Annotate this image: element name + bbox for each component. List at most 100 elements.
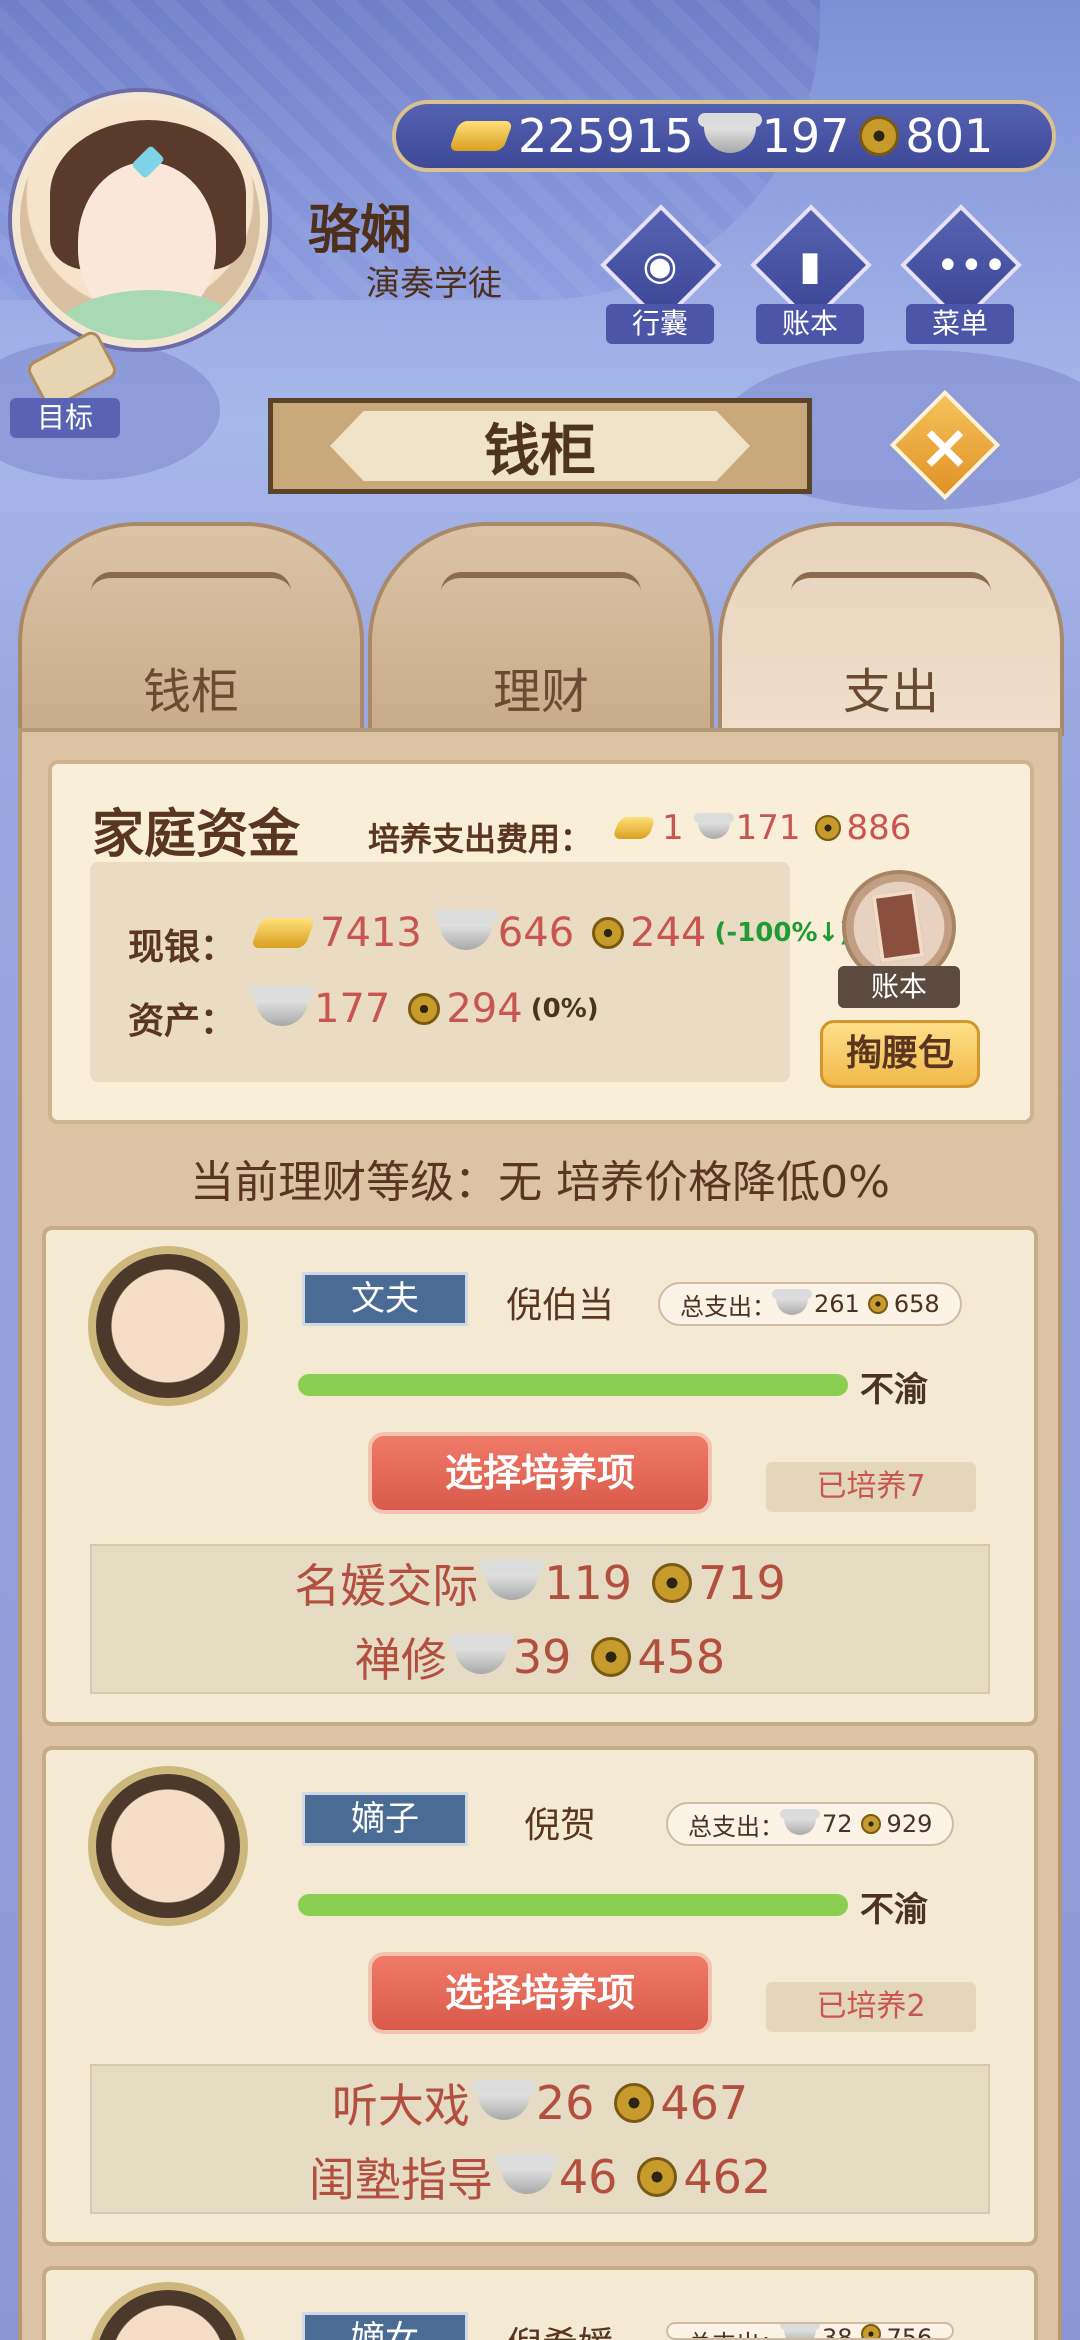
copper-coin-icon bbox=[652, 1563, 692, 1603]
fund-details-box bbox=[90, 862, 790, 1082]
gold-amount: 225915 bbox=[518, 109, 694, 163]
finance-level-text: 当前理财等级：无 培养价格降低0% bbox=[190, 1157, 890, 1208]
bag-button[interactable]: ◉ 行囊 bbox=[600, 204, 722, 344]
member-avatar[interactable] bbox=[88, 1766, 248, 1926]
silver-ingot-icon bbox=[494, 2154, 559, 2194]
gold-ingot-icon bbox=[611, 817, 657, 839]
tab-label: 理财 bbox=[492, 664, 589, 720]
trained-count: 已培养7 bbox=[766, 1462, 976, 1512]
member-name: 倪贺 bbox=[524, 1805, 597, 1846]
asset-change: (0%) bbox=[530, 994, 599, 1024]
ledger-button-label: 账本 bbox=[756, 304, 864, 344]
silver-amount: 197 bbox=[761, 109, 850, 163]
silver-ingot-icon bbox=[480, 1560, 545, 1600]
swirl-ornament bbox=[791, 572, 991, 612]
copper-coin-icon bbox=[592, 917, 625, 949]
training-item: 闺塾指导 46 462 bbox=[0, 2144, 1080, 2210]
copper-coin-icon bbox=[591, 1637, 632, 1677]
tab-label: 支出 bbox=[842, 664, 939, 720]
silver-ingot-icon bbox=[780, 2324, 820, 2338]
copper-coin-icon bbox=[860, 1814, 881, 1834]
member-total-expense: 总支出： 72 929 bbox=[666, 1802, 955, 1846]
member-avatar[interactable] bbox=[88, 1246, 248, 1406]
close-icon: × bbox=[919, 410, 971, 483]
cash-silver: 646 bbox=[497, 910, 575, 956]
member-total-expense: 总支出： 261 658 bbox=[658, 1282, 962, 1326]
fund-title: 家庭资金 bbox=[92, 805, 301, 865]
member-name: 倪伯当 bbox=[506, 1285, 615, 1326]
copper-coin-icon bbox=[637, 2157, 678, 2197]
pay-out-of-pocket-button[interactable]: 掏腰包 bbox=[820, 1020, 980, 1088]
member-role-badge: 嫡子 bbox=[302, 1792, 468, 1846]
cash-label: 现银： bbox=[128, 927, 237, 968]
select-training-button[interactable]: 选择培养项 bbox=[368, 1432, 712, 1514]
cash-change: (-100%↓) bbox=[714, 918, 852, 948]
training-item: 禅修 39 458 bbox=[0, 1624, 1080, 1690]
member-role-badge: 嫡女 bbox=[302, 2312, 468, 2340]
gold-ingot-icon bbox=[250, 918, 316, 948]
training-item-name: 闺塾指导 bbox=[308, 2153, 493, 2207]
asset-values: 177 294 (0%) bbox=[250, 986, 599, 1032]
silver-ingot-icon bbox=[697, 113, 762, 153]
select-training-button[interactable]: 选择培养项 bbox=[368, 1952, 712, 2034]
cost-silver: 171 bbox=[735, 808, 801, 848]
asset-silver: 177 bbox=[314, 986, 391, 1032]
training-item-name: 听大戏 bbox=[331, 2079, 470, 2133]
copper-coin-icon bbox=[859, 116, 900, 156]
copper-coin-icon bbox=[814, 815, 841, 841]
cash-values: 7413 646 244 (-100%↓) bbox=[250, 910, 852, 956]
cost-gold: 1 bbox=[662, 808, 684, 848]
tab-label: 钱柜 bbox=[142, 664, 239, 720]
training-item: 听大戏 26 467 bbox=[0, 2070, 1080, 2136]
menu-button[interactable]: ••• 菜单 bbox=[900, 204, 1022, 344]
player-name: 骆娴 bbox=[308, 201, 413, 261]
silver-ingot-icon bbox=[780, 1809, 820, 1835]
cost-values: 1 171 886 bbox=[611, 808, 912, 848]
gold-ingot-icon bbox=[448, 121, 514, 151]
bag-icon: ◉ bbox=[642, 243, 678, 289]
goal-label: 目标 bbox=[10, 398, 120, 438]
page-title-banner: 钱柜 bbox=[268, 398, 812, 494]
mood-bar bbox=[298, 1374, 848, 1396]
member-role-badge: 文夫 bbox=[302, 1272, 468, 1326]
tab-finance[interactable]: 理财 bbox=[368, 522, 714, 732]
page-title: 钱柜 bbox=[330, 411, 750, 481]
silver-ingot-icon bbox=[693, 813, 734, 839]
ledger-icon: ▮ bbox=[798, 243, 821, 289]
silver-ingot-icon bbox=[250, 986, 314, 1026]
player-title: 演奏学徒 bbox=[366, 264, 502, 304]
silver-ingot-icon bbox=[772, 1289, 812, 1315]
member-mood: 不渝 bbox=[860, 1370, 928, 1410]
fund-ledger-label: 账本 bbox=[838, 966, 960, 1008]
training-item-name: 名媛交际 bbox=[294, 1559, 479, 1613]
cost-label: 培养支出费用： bbox=[368, 820, 593, 858]
ledger-button[interactable]: ▮ 账本 bbox=[750, 204, 872, 344]
fund-ledger-button[interactable]: 账本 bbox=[838, 870, 960, 1010]
silver-ingot-icon bbox=[433, 910, 498, 950]
cash-gold: 7413 bbox=[320, 910, 422, 956]
silver-ingot-icon bbox=[471, 2080, 536, 2120]
member-total-expense: 总支出： 38 756 bbox=[666, 2322, 955, 2340]
copper-coin-icon bbox=[867, 1294, 888, 1314]
cost-copper: 886 bbox=[846, 808, 912, 848]
asset-copper: 294 bbox=[446, 986, 523, 1032]
training-item-name: 禅修 bbox=[354, 1633, 447, 1687]
copper-coin-icon bbox=[408, 993, 441, 1025]
asset-label: 资产： bbox=[128, 1001, 237, 1042]
trained-count: 已培养2 bbox=[766, 1982, 976, 2032]
tab-money-cabinet[interactable]: 钱柜 bbox=[18, 522, 364, 732]
copper-coin-icon bbox=[860, 2324, 881, 2338]
member-mood: 不渝 bbox=[860, 1890, 928, 1930]
silver-ingot-icon bbox=[448, 1634, 513, 1674]
currency-bar: 225915 197 801 bbox=[392, 100, 1056, 172]
goal-button[interactable]: 目标 bbox=[10, 328, 120, 440]
book-icon bbox=[871, 889, 925, 963]
swirl-ornament bbox=[91, 572, 291, 612]
member-name: 倪希媛 bbox=[506, 2316, 614, 2340]
player-avatar[interactable] bbox=[12, 92, 268, 348]
tab-expenses[interactable]: 支出 bbox=[718, 522, 1064, 736]
training-item: 名媛交际 119 719 bbox=[0, 1550, 1080, 1616]
menu-button-label: 菜单 bbox=[906, 304, 1014, 344]
mood-bar bbox=[298, 1894, 848, 1916]
swirl-ornament bbox=[441, 572, 641, 612]
